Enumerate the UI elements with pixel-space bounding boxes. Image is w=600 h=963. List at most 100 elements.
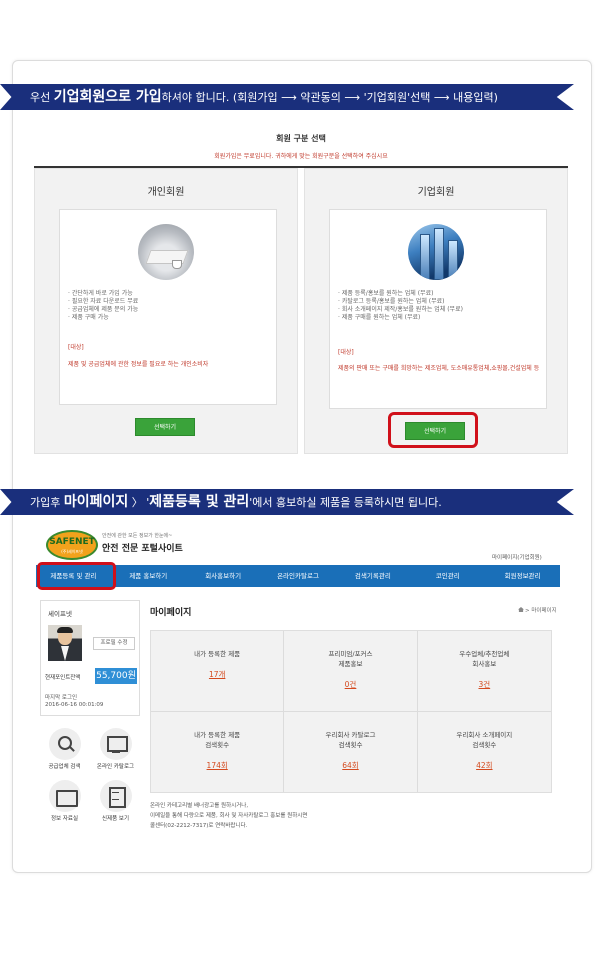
page-title: 마이페이지 [150, 608, 192, 618]
building-image [408, 224, 464, 280]
avatar [48, 625, 82, 661]
stat-label: 프리미엄/포커스 [328, 650, 373, 658]
step2-banner: 가입후 마이페이지 〉 '제품등록 및 관리'에서 홍보하실 제품을 등록하시면… [0, 489, 574, 515]
corporate-target-label: [대상] [338, 349, 354, 356]
feature-item: · 제품 구매 가능 [68, 314, 109, 321]
nav-product-promotion[interactable]: 제품 홍보하기 [111, 565, 186, 587]
office-desk-image [138, 224, 194, 280]
quick-supplier-search[interactable]: 공급업체 검색 [40, 724, 89, 774]
quick-new-products[interactable]: 신제품 보기 [91, 776, 140, 826]
nav-search-history[interactable]: 검색기록관리 [335, 565, 410, 587]
stat-label: 우수업체/추천업체 [459, 650, 510, 658]
breadcrumb-text: > 마이페이지 [525, 608, 557, 614]
quick-label: 신제품 보기 [101, 816, 130, 822]
nav-coin-management[interactable]: 코인관리 [410, 565, 485, 587]
banner1-prefix: 우선 [30, 91, 54, 104]
quick-label: 공급업체 검색 [48, 764, 81, 770]
feature-item: · 카탈로그 등록/홍보를 원하는 업체 (무료) [338, 298, 445, 305]
corporate-info-box: · 제품 등록/홍보를 원하는 업체 (무료) · 카탈로그 등록/홍보를 원하… [329, 209, 547, 409]
banner1-suffix: 하셔야 합니다. (회원가입 ⟶ 약관동의 ⟶ '기업회원'선택 ⟶ 내용입력) [161, 91, 498, 104]
quick-menu: 공급업체 검색 온라인 카탈로그 정보 자료실 신제품 보기 [40, 724, 140, 826]
safenet-logo[interactable]: SAFENET (주)세이프넷 [46, 530, 98, 560]
banner2-bold1: 마이페이지 [63, 494, 129, 510]
stat-label: 내가 등록한 제품 [194, 730, 241, 739]
step1-banner: 우선 기업회원으로 가입하셔야 합니다. (회원가입 ⟶ 약관동의 ⟶ '기업회… [0, 84, 574, 110]
quick-info-library[interactable]: 정보 자료실 [40, 776, 89, 826]
mypage-link[interactable]: 마이페이지(기업회원) [492, 553, 542, 561]
last-login-label: 마지막 로그인 [45, 695, 78, 701]
edit-profile-button[interactable]: 프로필 수정 [93, 637, 135, 650]
home-icon[interactable] [518, 607, 524, 612]
cup-graphic [172, 260, 182, 269]
personal-info-box: · 간단하게 바로 가입 가능 · 필요한 자료 다운로드 무료 · 공급업체에… [59, 209, 277, 405]
banner2-suffix: '에서 홍보하실 제품을 등록하시면 됩니다. [249, 496, 442, 509]
breadcrumb: > 마이페이지 [518, 606, 557, 614]
note-line: 온라인 카테고리별 배너광고를 원하시거나, [150, 803, 249, 809]
member-type-selection: 회원 구분 선택 회원가입은 무료입니다. 귀하에게 맞는 회원구분을 선택하여… [34, 120, 568, 168]
feature-item: · 제품 구매를 원하는 업체 (무료) [338, 314, 421, 321]
avatar-hair [57, 627, 73, 633]
tower-graphic [448, 240, 458, 280]
profile-name: 세이프넷 [48, 610, 72, 618]
nav-highlight-ring [37, 562, 116, 590]
document-icon [99, 780, 132, 812]
stat-sublabel: 회사홍보 [472, 660, 497, 668]
stat-cell: 내가 등록한 제품 17개 [151, 631, 285, 712]
nav-online-catalog[interactable]: 온라인카탈로그 [261, 565, 336, 587]
stat-sublabel: 제품홍보 [338, 660, 363, 668]
stat-label: 우리회사 카탈로그 [325, 730, 376, 739]
tower-graphic [420, 234, 430, 280]
stat-cell: 우리회사 소개페이지 검색횟수 42회 [418, 712, 551, 793]
stat-value-link[interactable]: 174회 [207, 760, 228, 771]
points-value: 55,700원 [95, 668, 137, 684]
banner2-prefix: 가입후 [30, 496, 64, 509]
banner1-bold: 기업회원으로 가입 [53, 89, 162, 105]
points-label: 현재포인트잔액 [45, 675, 81, 681]
personal-member-panel: 개인회원 · 간단하게 바로 가입 가능 · 필요한 자료 다운로드 무료 · … [34, 168, 298, 454]
personal-target-text: 제품 및 공급업체에 관한 정보를 필요로 하는 개인소비자 [68, 361, 209, 368]
stat-cell: 우수업체/추천업체 회사홍보 3건 [417, 631, 551, 712]
stat-label: 우리회사 소개페이지 [456, 730, 513, 739]
site-name: 안전 전문 포털사이트 [102, 544, 183, 554]
nav-member-info[interactable]: 회원정보관리 [485, 565, 560, 587]
folder-icon [48, 780, 81, 812]
stat-value-link[interactable]: 0건 [345, 679, 357, 690]
logo-name: SAFENET [49, 537, 95, 547]
avatar-shirt [61, 646, 69, 661]
personal-select-button[interactable]: 선택하기 [135, 418, 195, 436]
stat-value-link[interactable]: 42회 [476, 760, 492, 771]
stat-cell: 우리회사 카탈로그 검색횟수 64회 [284, 711, 418, 792]
stat-sublabel: 검색횟수 [472, 740, 497, 749]
stat-cell: 내가 등록한 제품 검색횟수 174회 [151, 711, 285, 792]
corporate-title: 기업회원 [417, 187, 455, 198]
stat-value-link[interactable]: 64회 [342, 760, 358, 771]
personal-title: 개인회원 [147, 187, 185, 198]
site-tagline: 안전에 관한 모든 정보가 한눈에~ [102, 533, 173, 539]
note-line: 이메일을 통해 다량으로 제품, 회사 및 자사카탈로그 홍보를 원하시면 [150, 813, 308, 819]
stat-value-link[interactable]: 3건 [478, 679, 490, 690]
search-icon [48, 728, 81, 760]
corporate-target-text: 제품의 판매 또는 구매를 희망하는 제조업체, 도소매유통업체,쇼핑몰,건설업… [338, 365, 540, 372]
quick-label: 온라인 카탈로그 [96, 764, 135, 770]
quick-label: 정보 자료실 [50, 816, 79, 822]
banner2-mid: 〉 ' [128, 496, 150, 509]
stat-cell: 프리미엄/포커스 제품홍보 0건 [284, 631, 418, 712]
stat-label: 내가 등록한 제품 [194, 650, 241, 658]
quick-online-catalog[interactable]: 온라인 카탈로그 [91, 724, 140, 774]
personal-target-label: [대상] [68, 344, 84, 351]
stat-sublabel: 검색횟수 [338, 740, 363, 749]
corporate-feature-list: · 제품 등록/홍보를 원하는 업체 (무료) · 카탈로그 등록/홍보를 원하… [338, 290, 463, 322]
keyboard-graphic [145, 250, 189, 264]
monitor-icon [99, 728, 132, 760]
feature-item: · 회사 소개페이지 제작/홍보를 원하는 업체 (무료) [338, 306, 463, 313]
nav-company-promotion[interactable]: 회사홍보하기 [186, 565, 261, 587]
stats-grid: 내가 등록한 제품 17개 프리미엄/포커스 제품홍보 0건 우수업체/추천업체… [150, 630, 552, 793]
highlight-ring [388, 412, 478, 448]
last-login-value: 2016-06-16 00:01:09 [45, 702, 104, 708]
ad-contact-notes: 온라인 카테고리별 배너광고를 원하시거나, 이메일을 통해 다량으로 제품, … [150, 801, 307, 831]
stat-value-link[interactable]: 17개 [209, 669, 225, 680]
feature-item: · 필요한 자료 다운로드 무료 [68, 298, 139, 305]
selection-title: 회원 구분 선택 [276, 134, 326, 143]
banner2-bold2: 제품등록 및 관리 [149, 494, 250, 510]
feature-item: · 공급업체에 제품 문의 가능 [68, 306, 139, 313]
